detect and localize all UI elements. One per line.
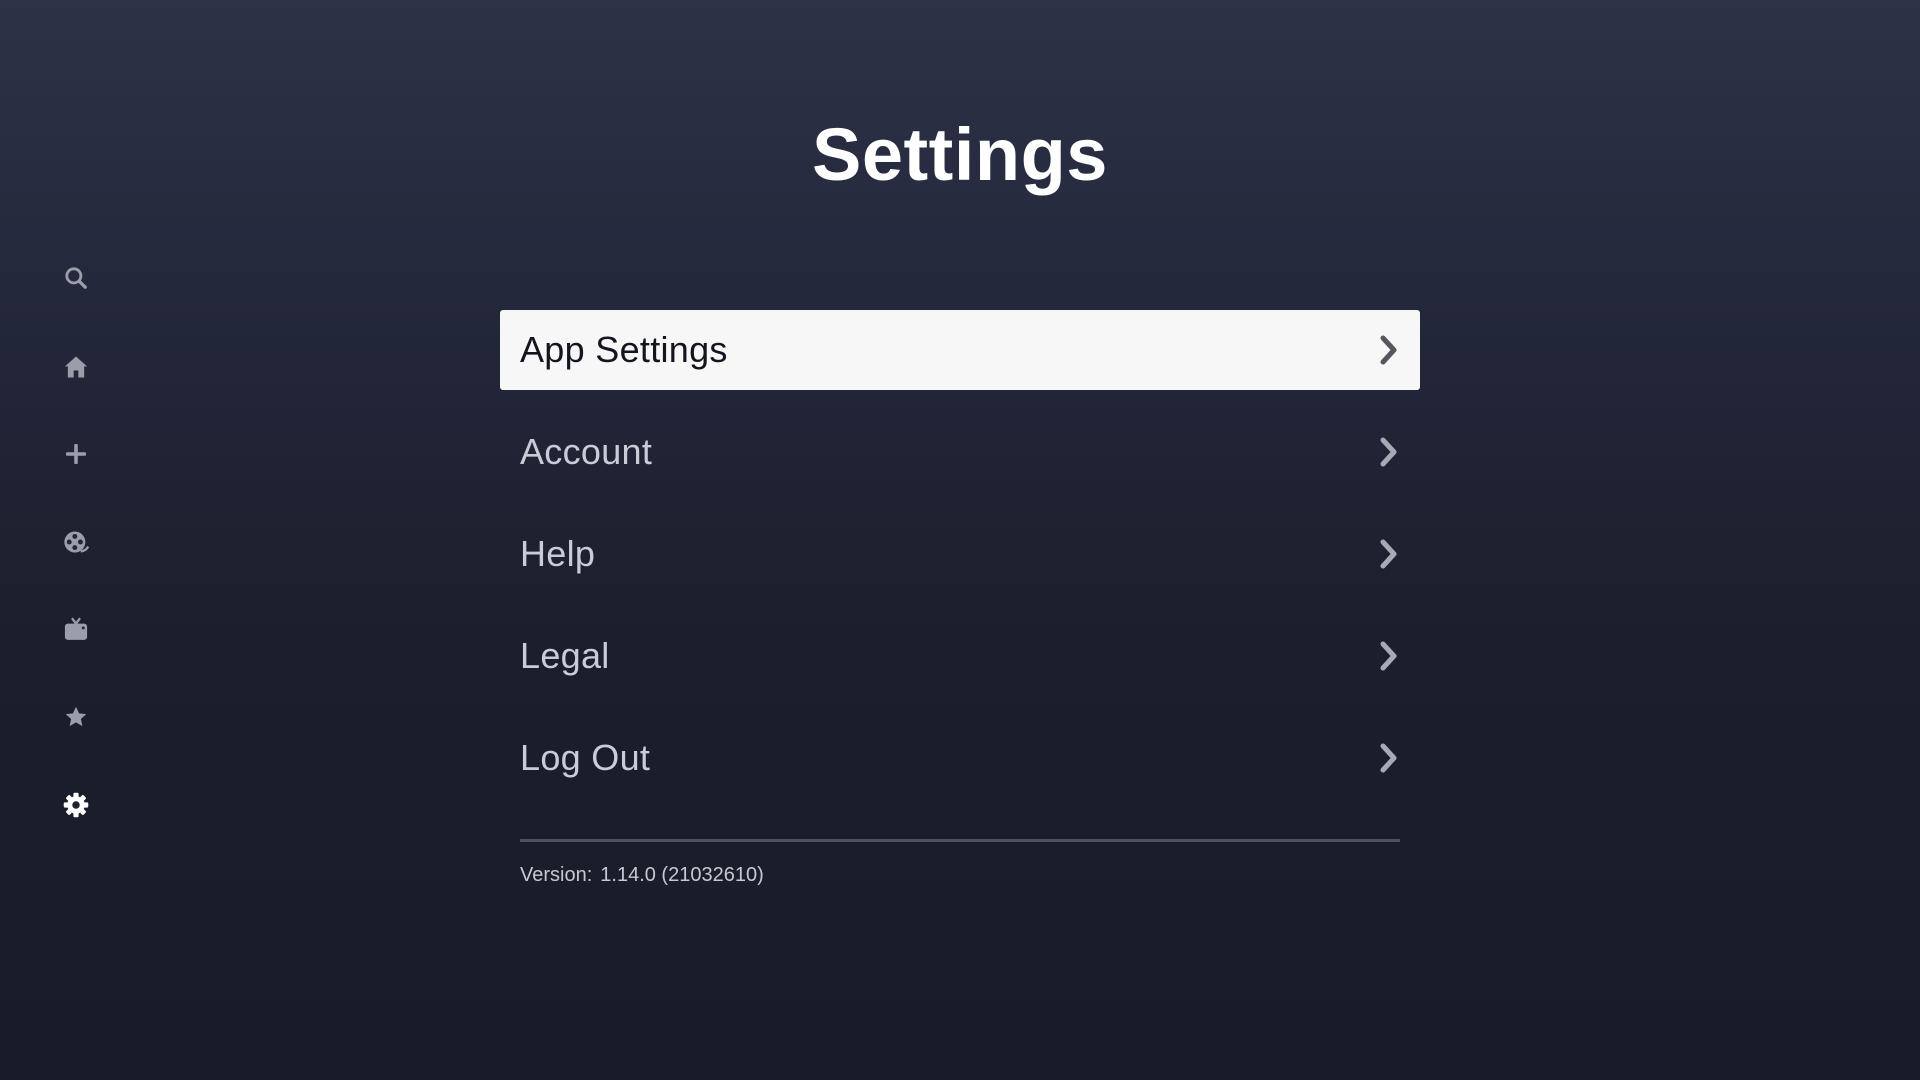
menu-item-label: Log Out xyxy=(520,737,651,778)
sidebar-item-search[interactable] xyxy=(56,258,96,298)
menu-item-log-out[interactable]: Log Out xyxy=(500,718,1420,798)
sidebar-item-favorites[interactable] xyxy=(56,697,96,737)
settings-menu: App Settings Account Help Legal Log Out xyxy=(500,310,1420,820)
menu-item-legal[interactable]: Legal xyxy=(500,616,1420,696)
chevron-right-icon xyxy=(1378,539,1400,569)
tv-icon xyxy=(64,617,88,640)
sidebar-item-home[interactable] xyxy=(56,347,96,387)
menu-item-label: App Settings xyxy=(520,329,728,370)
search-icon xyxy=(65,267,87,289)
menu-item-account[interactable]: Account xyxy=(500,412,1420,492)
film-reel-icon xyxy=(64,531,90,553)
chevron-right-icon xyxy=(1378,335,1400,365)
version-value: 1.14.0 (21032610) xyxy=(600,864,764,886)
menu-item-help[interactable]: Help xyxy=(500,514,1420,594)
sidebar-item-settings[interactable] xyxy=(56,785,96,825)
sidebar-item-movies[interactable] xyxy=(56,522,96,562)
page-title: Settings xyxy=(812,113,1108,196)
menu-item-app-settings[interactable]: App Settings xyxy=(500,310,1420,390)
divider xyxy=(520,839,1400,842)
gear-icon xyxy=(63,792,89,818)
chevron-right-icon xyxy=(1378,641,1400,671)
plus-icon xyxy=(66,444,86,464)
sidebar-item-tv[interactable] xyxy=(56,610,96,650)
home-icon xyxy=(64,356,88,378)
menu-item-label: Legal xyxy=(520,635,610,676)
menu-item-label: Help xyxy=(520,533,596,574)
sidebar-item-add[interactable] xyxy=(56,434,96,474)
star-icon xyxy=(65,706,87,727)
menu-item-label: Account xyxy=(520,431,653,472)
version-label: Version: xyxy=(520,864,593,886)
version-info: Version: 1.14.0 (21032610) xyxy=(520,864,764,887)
chevron-right-icon xyxy=(1378,437,1400,467)
chevron-right-icon xyxy=(1378,743,1400,773)
